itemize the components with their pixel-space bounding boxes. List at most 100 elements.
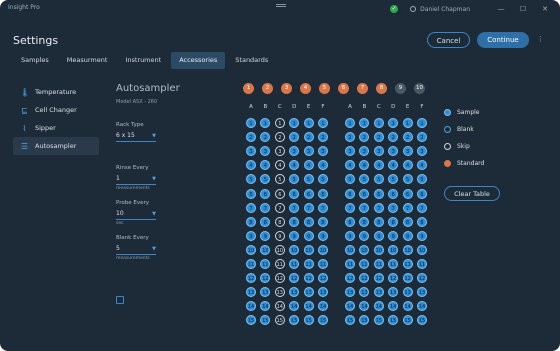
rack-right-well-E10[interactable]: 10 (402, 244, 413, 255)
rack-left-well-D13[interactable]: 13 (289, 287, 300, 298)
rack-left-well-B5[interactable]: 5 (260, 174, 271, 185)
standard-position-10[interactable]: 10 (414, 83, 425, 94)
rack-right-well-C11[interactable]: 11 (373, 259, 384, 269)
rack-right-well-C7[interactable]: 7 (373, 202, 384, 213)
rack-right-well-D1[interactable]: 1 (388, 118, 399, 128)
rack-right-well-C14[interactable]: 14 (373, 301, 384, 312)
rack-left-well-E3[interactable]: 3 (303, 146, 314, 157)
rack-right-well-E13[interactable]: 13 (402, 287, 413, 298)
rack-left-well-E14[interactable]: 14 (303, 301, 314, 312)
rack-right-well-B7[interactable]: 7 (359, 202, 370, 213)
rack-right-well-E11[interactable]: 11 (402, 259, 413, 269)
rack-right-well-E4[interactable]: 4 (402, 160, 413, 171)
sidebar-item-cell-changer[interactable]: ⊑ Cell Changer (13, 101, 99, 119)
rack-right-well-B11[interactable]: 11 (359, 259, 370, 269)
rack-left-well-A6[interactable]: 6 (246, 188, 256, 199)
standard-position-9[interactable]: 9 (395, 83, 406, 94)
rack-right-well-C13[interactable]: 13 (373, 287, 384, 298)
maximize-icon[interactable]: ☐ (512, 5, 534, 13)
rack-right-well-A12[interactable]: 12 (345, 273, 355, 284)
rack-left-well-A11[interactable]: 11 (246, 259, 256, 269)
rack-left-well-C4[interactable]: 4 (274, 160, 285, 171)
rack-left-well-C15[interactable]: 15 (274, 315, 285, 326)
rack-right-well-E9[interactable]: 9 (402, 230, 413, 241)
rack-right-well-C10[interactable]: 10 (373, 244, 384, 255)
drag-handle-icon[interactable] (276, 3, 286, 8)
rack-right-well-C8[interactable]: 8 (373, 216, 384, 227)
rack-left-well-E5[interactable]: 5 (303, 174, 314, 185)
rack-left-well-E11[interactable]: 11 (303, 259, 314, 269)
rack-left-well-D11[interactable]: 11 (289, 259, 300, 269)
rack-right-well-F15[interactable]: 15 (417, 315, 427, 326)
rack-right-well-B10[interactable]: 10 (359, 244, 370, 255)
rack-left-well-A3[interactable]: 3 (246, 146, 256, 157)
rack-left-well-E12[interactable]: 12 (303, 273, 314, 284)
rack-left-well-F9[interactable]: 9 (318, 230, 328, 241)
rack-right-well-A13[interactable]: 13 (345, 287, 355, 298)
rack-right-well-C5[interactable]: 5 (373, 174, 384, 185)
rack-right-well-D10[interactable]: 10 (388, 244, 399, 255)
tab-measurment[interactable]: Measurment (59, 52, 116, 69)
probe-every-dropdown[interactable]: 10 ▼ (116, 209, 156, 220)
rack-left-well-A15[interactable]: 15 (246, 315, 256, 326)
rack-left-well-A14[interactable]: 14 (246, 301, 256, 312)
rack-right-well-F8[interactable]: 8 (417, 216, 427, 227)
user-menu[interactable]: Daniel Chapman (410, 6, 470, 13)
rack-right-well-C4[interactable]: 4 (373, 160, 384, 171)
blank-every-dropdown[interactable]: 5 ▼ (116, 244, 156, 255)
rack-right-well-D7[interactable]: 7 (388, 202, 399, 213)
rack-right-well-D11[interactable]: 11 (388, 259, 399, 269)
rack-right-well-E12[interactable]: 12 (402, 273, 413, 284)
rack-left-well-C3[interactable]: 3 (274, 146, 285, 157)
rack-right-well-E14[interactable]: 14 (402, 301, 413, 312)
cancel-button[interactable]: Cancel (427, 32, 470, 48)
standard-position-4[interactable]: 4 (300, 83, 311, 94)
rack-left-well-F1[interactable]: 1 (318, 118, 328, 128)
rack-left-well-C5[interactable]: 5 (274, 174, 285, 185)
rack-right-well-F1[interactable]: 1 (417, 118, 427, 128)
rack-left-well-B1[interactable]: 1 (260, 118, 271, 128)
rack-left-well-D7[interactable]: 7 (289, 202, 300, 213)
rack-right-well-D14[interactable]: 14 (388, 301, 399, 312)
rack-right-well-D5[interactable]: 5 (388, 174, 399, 185)
rinse-every-dropdown[interactable]: 1 ▼ (116, 174, 156, 185)
rack-left-well-D9[interactable]: 9 (289, 230, 300, 241)
standard-position-5[interactable]: 5 (319, 83, 330, 94)
rack-left-well-A2[interactable]: 2 (246, 132, 256, 143)
rack-right-well-C15[interactable]: 15 (373, 315, 384, 326)
rack-right-well-F9[interactable]: 9 (417, 230, 427, 241)
rack-right-well-E7[interactable]: 7 (402, 202, 413, 213)
rack-right-well-B14[interactable]: 14 (359, 301, 370, 312)
rack-left-well-E7[interactable]: 7 (303, 202, 314, 213)
rack-left-well-D10[interactable]: 10 (289, 244, 300, 255)
rack-left-well-E4[interactable]: 4 (303, 160, 314, 171)
rack-right-well-F7[interactable]: 7 (417, 202, 427, 213)
rack-right-well-A5[interactable]: 5 (345, 174, 355, 185)
rack-left-well-E2[interactable]: 2 (303, 132, 314, 143)
rack-left-well-A4[interactable]: 4 (246, 160, 256, 171)
close-icon[interactable]: ✕ (534, 5, 556, 13)
rack-right-well-E5[interactable]: 5 (402, 174, 413, 185)
rack-left-well-B10[interactable]: 10 (260, 244, 271, 255)
rack-left-well-C10[interactable]: 10 (274, 244, 285, 255)
rack-left-well-D2[interactable]: 2 (289, 132, 300, 143)
option-checkbox[interactable] (116, 296, 124, 304)
standard-position-2[interactable]: 2 (262, 83, 273, 94)
rack-right-well-E8[interactable]: 8 (402, 216, 413, 227)
rack-left-well-D14[interactable]: 14 (289, 301, 300, 312)
rack-right-well-D12[interactable]: 12 (388, 273, 399, 284)
rack-right-well-A8[interactable]: 8 (345, 216, 355, 227)
rack-left-well-C8[interactable]: 8 (274, 216, 285, 227)
rack-left-well-A1[interactable]: 1 (246, 118, 256, 128)
rack-left-well-F6[interactable]: 6 (318, 188, 328, 199)
rack-left-well-F2[interactable]: 2 (318, 132, 328, 143)
rack-right-well-A14[interactable]: 14 (345, 301, 355, 312)
rack-left-well-B7[interactable]: 7 (260, 202, 271, 213)
rack-right-well-B4[interactable]: 4 (359, 160, 370, 171)
tab-accessories[interactable]: Accessories (171, 52, 226, 69)
rack-left-well-D5[interactable]: 5 (289, 174, 300, 185)
rack-left-well-E10[interactable]: 10 (303, 244, 314, 255)
rack-right-well-F14[interactable]: 14 (417, 301, 427, 312)
rack-left-well-B3[interactable]: 3 (260, 146, 271, 157)
rack-left-well-A12[interactable]: 12 (246, 273, 256, 284)
